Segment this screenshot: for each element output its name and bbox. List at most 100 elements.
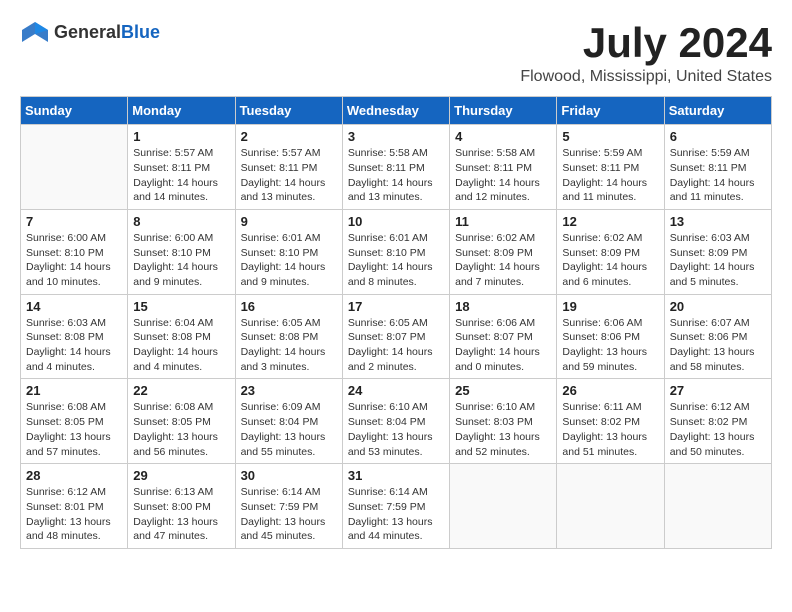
col-monday: Monday: [128, 97, 235, 125]
day-info: Sunrise: 6:05 AMSunset: 8:08 PMDaylight:…: [241, 316, 337, 375]
calendar-cell: 30Sunrise: 6:14 AMSunset: 7:59 PMDayligh…: [235, 464, 342, 549]
day-number: 20: [670, 299, 766, 314]
calendar-cell: 1 Sunrise: 5:57 AMSunset: 8:11 PMDaylight…: [128, 125, 235, 210]
logo: GeneralBlue: [20, 20, 160, 44]
calendar-cell: 14 Sunrise: 6:03 AMSunset: 8:08 PMDayligh…: [21, 294, 128, 379]
calendar-cell: 27Sunrise: 6:12 AMSunset: 8:02 PMDayligh…: [664, 379, 771, 464]
day-info: Sunrise: 6:03 AMSunset: 8:09 PMDaylight:…: [670, 231, 766, 290]
day-number: 26: [562, 383, 658, 398]
day-number: 1: [133, 129, 229, 144]
day-info: Sunrise: 6:06 AMSunset: 8:07 PMDaylight:…: [455, 316, 551, 375]
calendar-cell: 12 Sunrise: 6:02 AMSunset: 8:09 PMDayligh…: [557, 209, 664, 294]
day-number: 3: [348, 129, 444, 144]
day-info: Sunrise: 5:58 AMSunset: 8:11 PMDaylight:…: [455, 146, 551, 205]
day-number: 23: [241, 383, 337, 398]
header-row: Sunday Monday Tuesday Wednesday Thursday…: [21, 97, 772, 125]
day-number: 14: [26, 299, 122, 314]
day-info: Sunrise: 6:05 AMSunset: 8:07 PMDaylight:…: [348, 316, 444, 375]
day-info: Sunrise: 6:10 AMSunset: 8:03 PMDaylight:…: [455, 400, 551, 459]
day-info: Sunrise: 6:12 AMSunset: 8:01 PMDaylight:…: [26, 485, 122, 544]
day-number: 11: [455, 214, 551, 229]
day-number: 31: [348, 468, 444, 483]
day-number: 16: [241, 299, 337, 314]
day-number: 18: [455, 299, 551, 314]
logo-text-general: General: [54, 22, 121, 42]
col-thursday: Thursday: [450, 97, 557, 125]
calendar-cell: [664, 464, 771, 549]
day-info: Sunrise: 6:02 AMSunset: 8:09 PMDaylight:…: [455, 231, 551, 290]
day-info: Sunrise: 6:01 AMSunset: 8:10 PMDaylight:…: [348, 231, 444, 290]
col-sunday: Sunday: [21, 97, 128, 125]
day-info: Sunrise: 5:58 AMSunset: 8:11 PMDaylight:…: [348, 146, 444, 205]
calendar-cell: 13 Sunrise: 6:03 AMSunset: 8:09 PMDayligh…: [664, 209, 771, 294]
col-tuesday: Tuesday: [235, 97, 342, 125]
calendar-cell: 11 Sunrise: 6:02 AMSunset: 8:09 PMDayligh…: [450, 209, 557, 294]
day-info: Sunrise: 5:57 AMSunset: 8:11 PMDaylight:…: [133, 146, 229, 205]
calendar-cell: 8 Sunrise: 6:00 AMSunset: 8:10 PMDaylight…: [128, 209, 235, 294]
day-number: 17: [348, 299, 444, 314]
day-info: Sunrise: 6:09 AMSunset: 8:04 PMDaylight:…: [241, 400, 337, 459]
day-info: Sunrise: 5:59 AMSunset: 8:11 PMDaylight:…: [562, 146, 658, 205]
col-wednesday: Wednesday: [342, 97, 449, 125]
calendar-week-row: 14 Sunrise: 6:03 AMSunset: 8:08 PMDayligh…: [21, 294, 772, 379]
day-number: 15: [133, 299, 229, 314]
calendar-cell: 23 Sunrise: 6:09 AMSunset: 8:04 PMDayligh…: [235, 379, 342, 464]
day-number: 19: [562, 299, 658, 314]
day-number: 2: [241, 129, 337, 144]
title-block: July 2024 Flowood, Mississippi, United S…: [520, 20, 772, 86]
day-info: Sunrise: 6:00 AMSunset: 8:10 PMDaylight:…: [133, 231, 229, 290]
calendar-week-row: 1 Sunrise: 5:57 AMSunset: 8:11 PMDaylight…: [21, 125, 772, 210]
logo-icon: [20, 20, 50, 44]
logo-text-blue: Blue: [121, 22, 160, 42]
day-info: Sunrise: 6:03 AMSunset: 8:08 PMDaylight:…: [26, 316, 122, 375]
calendar-cell: [21, 125, 128, 210]
calendar-body: 1 Sunrise: 5:57 AMSunset: 8:11 PMDaylight…: [21, 125, 772, 549]
day-info: Sunrise: 6:08 AMSunset: 8:05 PMDaylight:…: [26, 400, 122, 459]
day-info: Sunrise: 6:14 AMSunset: 7:59 PMDaylight:…: [241, 485, 337, 544]
day-info: Sunrise: 6:08 AMSunset: 8:05 PMDaylight:…: [133, 400, 229, 459]
day-number: 8: [133, 214, 229, 229]
calendar-header: Sunday Monday Tuesday Wednesday Thursday…: [21, 97, 772, 125]
calendar-cell: 4Sunrise: 5:58 AMSunset: 8:11 PMDaylight…: [450, 125, 557, 210]
calendar-cell: 3 Sunrise: 5:58 AMSunset: 8:11 PMDaylight…: [342, 125, 449, 210]
day-info: Sunrise: 6:06 AMSunset: 8:06 PMDaylight:…: [562, 316, 658, 375]
day-number: 21: [26, 383, 122, 398]
calendar-cell: 2 Sunrise: 5:57 AMSunset: 8:11 PMDaylight…: [235, 125, 342, 210]
calendar-cell: 24 Sunrise: 6:10 AMSunset: 8:04 PMDayligh…: [342, 379, 449, 464]
day-info: Sunrise: 6:10 AMSunset: 8:04 PMDaylight:…: [348, 400, 444, 459]
day-info: Sunrise: 6:14 AMSunset: 7:59 PMDaylight:…: [348, 485, 444, 544]
day-info: Sunrise: 5:57 AMSunset: 8:11 PMDaylight:…: [241, 146, 337, 205]
calendar-cell: 16 Sunrise: 6:05 AMSunset: 8:08 PMDayligh…: [235, 294, 342, 379]
day-info: Sunrise: 6:02 AMSunset: 8:09 PMDaylight:…: [562, 231, 658, 290]
day-info: Sunrise: 6:01 AMSunset: 8:10 PMDaylight:…: [241, 231, 337, 290]
calendar-cell: 9 Sunrise: 6:01 AMSunset: 8:10 PMDaylight…: [235, 209, 342, 294]
day-info: Sunrise: 5:59 AMSunset: 8:11 PMDaylight:…: [670, 146, 766, 205]
calendar-cell: 19 Sunrise: 6:06 AMSunset: 8:06 PMDayligh…: [557, 294, 664, 379]
calendar-cell: [450, 464, 557, 549]
calendar-week-row: 28 Sunrise: 6:12 AMSunset: 8:01 PMDayligh…: [21, 464, 772, 549]
calendar-table: Sunday Monday Tuesday Wednesday Thursday…: [20, 96, 772, 549]
calendar-cell: 25Sunrise: 6:10 AMSunset: 8:03 PMDayligh…: [450, 379, 557, 464]
day-info: Sunrise: 6:04 AMSunset: 8:08 PMDaylight:…: [133, 316, 229, 375]
calendar-cell: 31 Sunrise: 6:14 AMSunset: 7:59 PMDayligh…: [342, 464, 449, 549]
day-number: 12: [562, 214, 658, 229]
day-number: 22: [133, 383, 229, 398]
day-number: 28: [26, 468, 122, 483]
calendar-cell: 5Sunrise: 5:59 AMSunset: 8:11 PMDaylight…: [557, 125, 664, 210]
calendar-location: Flowood, Mississippi, United States: [520, 68, 772, 86]
day-info: Sunrise: 6:13 AMSunset: 8:00 PMDaylight:…: [133, 485, 229, 544]
calendar-title: July 2024: [520, 20, 772, 66]
calendar-cell: 22 Sunrise: 6:08 AMSunset: 8:05 PMDayligh…: [128, 379, 235, 464]
day-number: 6: [670, 129, 766, 144]
day-info: Sunrise: 6:11 AMSunset: 8:02 PMDaylight:…: [562, 400, 658, 459]
day-info: Sunrise: 6:00 AMSunset: 8:10 PMDaylight:…: [26, 231, 122, 290]
day-number: 24: [348, 383, 444, 398]
day-number: 13: [670, 214, 766, 229]
calendar-week-row: 7Sunrise: 6:00 AMSunset: 8:10 PMDaylight…: [21, 209, 772, 294]
calendar-cell: 26 Sunrise: 6:11 AMSunset: 8:02 PMDayligh…: [557, 379, 664, 464]
page-header: GeneralBlue July 2024 Flowood, Mississip…: [20, 20, 772, 86]
calendar-cell: 21 Sunrise: 6:08 AMSunset: 8:05 PMDayligh…: [21, 379, 128, 464]
calendar-week-row: 21 Sunrise: 6:08 AMSunset: 8:05 PMDayligh…: [21, 379, 772, 464]
calendar-cell: 7Sunrise: 6:00 AMSunset: 8:10 PMDaylight…: [21, 209, 128, 294]
day-number: 9: [241, 214, 337, 229]
